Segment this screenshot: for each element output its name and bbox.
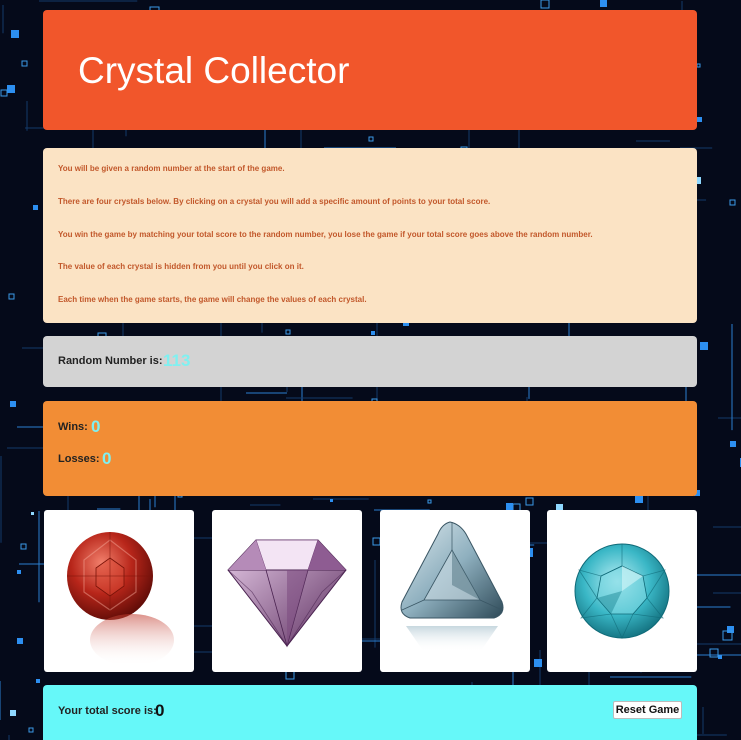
stats-panel: Wins: 0 Losses: 0 (43, 401, 697, 496)
random-number-label: Random Number is: (58, 355, 163, 367)
purple-diamond-icon (227, 539, 347, 648)
instructions-panel: You will be given a random number at the… (43, 148, 697, 323)
score-panel: Your total score is: 0 Reset Game (43, 685, 697, 740)
trillion-gem-icon (400, 521, 504, 652)
instruction-line: There are four crystals below. By clicki… (58, 196, 491, 206)
crystal-red-button[interactable] (44, 510, 194, 672)
page-title: Crystal Collector (78, 50, 350, 91)
total-score-value: 0 (155, 701, 165, 720)
crystal-turquoise-button[interactable] (547, 510, 697, 672)
random-number-panel: Random Number is: 113 (43, 336, 697, 387)
losses-value: 0 (102, 449, 112, 468)
instruction-line: The value of each crystal is hidden from… (58, 262, 304, 272)
crystal-purple-button[interactable] (212, 510, 362, 672)
instruction-line: You will be given a random number at the… (58, 164, 285, 173)
header-banner: Crystal Collector (43, 10, 697, 130)
turquoise-round-gem-icon (574, 543, 670, 639)
instruction-line: Each time when the game starts, the game… (58, 295, 367, 305)
wins-value: 0 (91, 417, 101, 436)
losses-label: Losses: (58, 453, 100, 465)
wins-label: Wins: (58, 421, 88, 433)
reset-game-button[interactable]: Reset Game (613, 701, 682, 719)
red-round-gem-icon (67, 532, 174, 666)
total-score-label: Your total score is: (58, 705, 157, 717)
crystal-aqua-button[interactable] (380, 510, 530, 672)
instruction-line: You win the game by matching your total … (58, 229, 593, 239)
random-number-value: 113 (163, 351, 191, 370)
